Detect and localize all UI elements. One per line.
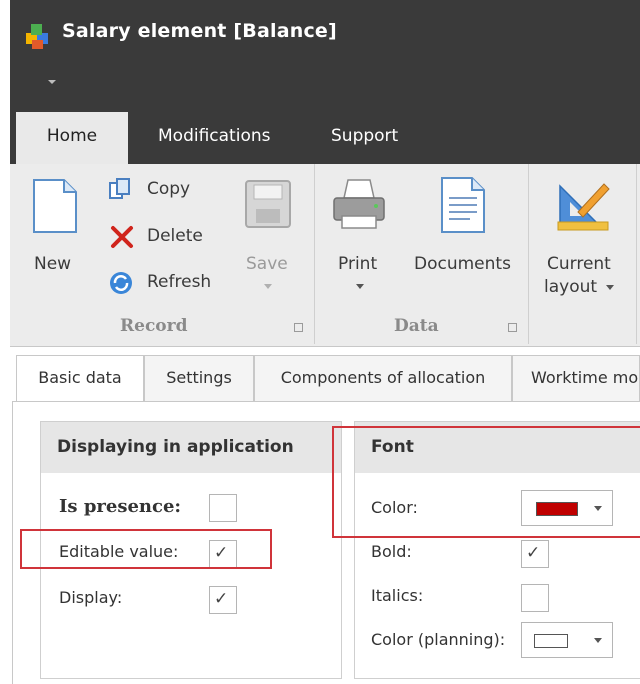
ribbon-group-divider [528, 164, 529, 344]
font-group: Font Color: Bold: ✓ Italics: Color (plan… [354, 421, 640, 679]
current-layout-dropdown-icon [606, 285, 614, 290]
refresh-icon [110, 272, 132, 294]
save-disk-icon [245, 180, 291, 228]
delete-label: Delete [147, 226, 203, 246]
save-dropdown-icon [264, 284, 272, 289]
app-window: Salary element [Balance] Home Modificati… [10, 0, 640, 684]
data-group-label: Data [394, 316, 439, 336]
ribbon-tab-support[interactable]: Support [331, 112, 398, 164]
ribbon-tab-modifications[interactable]: Modifications [158, 112, 270, 164]
copy-label: Copy [147, 179, 191, 199]
font-color-swatch [536, 502, 578, 516]
layout-ruler-pencil-icon [557, 183, 610, 231]
title-bar: Salary element [Balance] Home Modificati… [10, 0, 640, 164]
chevron-down-icon [594, 638, 602, 643]
documents-icon [441, 177, 485, 233]
ribbon-group-divider [636, 164, 637, 344]
new-document-icon [33, 179, 77, 233]
group-title: Displaying in application [57, 437, 294, 457]
tab-label: Settings [166, 368, 232, 387]
planning-color-swatch [534, 634, 568, 648]
app-icon [26, 24, 48, 49]
documents-label: Documents [414, 254, 511, 274]
data-group-launcher-icon[interactable] [508, 323, 517, 332]
group-header: Font [355, 422, 640, 473]
ribbon-group-divider [314, 164, 315, 344]
record-group-launcher-icon[interactable] [294, 323, 303, 332]
print-label: Print [338, 254, 378, 274]
ribbon-tab-home[interactable]: Home [16, 112, 128, 164]
printer-icon [333, 179, 385, 229]
save-label: Save [246, 254, 288, 274]
current-layout-label-line2: layout [544, 277, 598, 297]
group-header: Displaying in application [41, 422, 341, 473]
tab-components-of-allocation[interactable]: Components of allocation [254, 355, 512, 401]
new-label: New [34, 254, 72, 274]
font-color-label: Color: [371, 498, 418, 517]
window-title: Salary element [Balance] [62, 20, 337, 42]
checkmark-icon: ✓ [526, 543, 541, 563]
is-presence-checkbox[interactable] [209, 494, 237, 522]
planning-color-picker[interactable] [521, 622, 613, 658]
tab-label: Worktime mo [531, 368, 639, 387]
editable-value-label: Editable value: [59, 542, 179, 561]
refresh-label: Refresh [147, 272, 212, 292]
ribbon-tab-label: Modifications [158, 126, 271, 146]
tab-basic-data[interactable]: Basic data [16, 355, 144, 402]
editable-value-checkbox[interactable]: ✓ [209, 540, 237, 568]
display-checkbox[interactable]: ✓ [209, 586, 237, 614]
checkmark-icon: ✓ [214, 543, 229, 563]
italics-label: Italics: [371, 586, 424, 605]
bold-checkbox[interactable]: ✓ [521, 540, 549, 568]
displaying-in-application-group: Displaying in application Is presence: E… [40, 421, 342, 679]
ribbon-panel: New Copy Delete Refresh Save Record Prin… [10, 164, 640, 347]
copy-icon [109, 178, 130, 199]
print-dropdown-icon [356, 284, 364, 289]
delete-icon [111, 226, 133, 248]
quick-access-dropdown-icon[interactable] [48, 80, 56, 84]
italics-checkbox[interactable] [521, 584, 549, 612]
ribbon-tab-label: Home [46, 126, 98, 146]
tab-label: Components of allocation [280, 368, 486, 387]
record-group-label: Record [120, 316, 188, 336]
tab-settings[interactable]: Settings [144, 355, 254, 401]
current-layout-label-line1: Current [547, 254, 611, 274]
is-presence-label: Is presence: [59, 496, 182, 517]
bold-label: Bold: [371, 542, 412, 561]
planning-color-label: Color (planning): [371, 630, 506, 649]
content-area: Basic data Settings Components of alloca… [10, 347, 640, 684]
ribbon-tab-label: Support [331, 126, 399, 146]
tab-worktime-mode[interactable]: Worktime mo [512, 355, 640, 401]
chevron-down-icon [594, 506, 602, 511]
display-label: Display: [59, 588, 123, 607]
group-title: Font [371, 437, 414, 457]
checkmark-icon: ✓ [214, 589, 229, 609]
left-edge-strip [0, 0, 10, 684]
font-color-picker[interactable] [521, 490, 613, 526]
tab-label: Basic data [38, 368, 122, 387]
